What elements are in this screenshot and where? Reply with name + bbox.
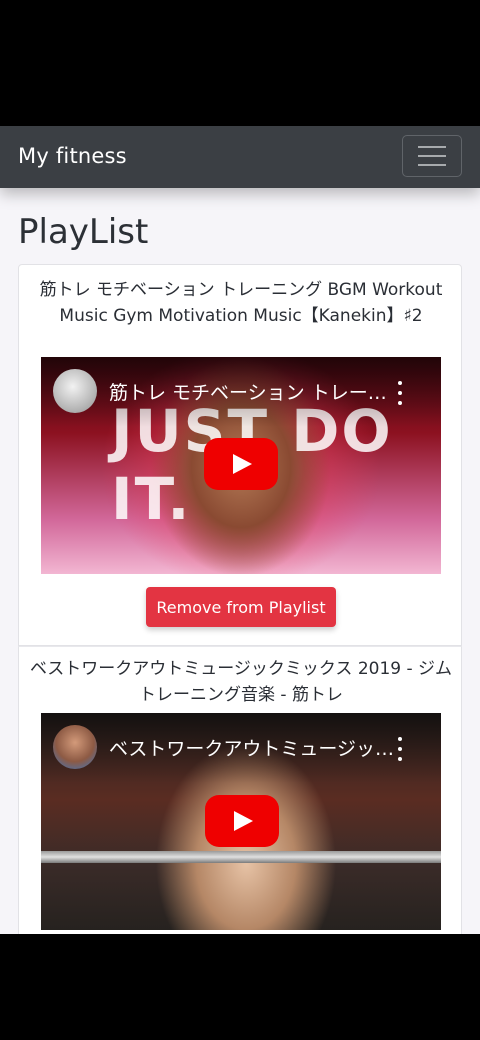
play-button-icon[interactable] bbox=[205, 795, 279, 847]
playlist-item: 筋トレ モチベーション トレーニング BGM Workout Music Gym… bbox=[18, 264, 462, 646]
playlist-item: ベストワークアウトミュージックミックス 2019 - ジムトレーニング音楽 - … bbox=[18, 646, 462, 934]
hamburger-line bbox=[418, 164, 446, 166]
barbell-graphic bbox=[41, 851, 441, 863]
navbar: My fitness bbox=[0, 126, 480, 188]
youtube-video-player[interactable]: ベストワークアウトミュージックミックス 2019 - ジムトレーニング音楽 - … bbox=[41, 713, 441, 930]
hamburger-menu-icon[interactable] bbox=[402, 135, 462, 177]
play-button-icon[interactable] bbox=[204, 438, 278, 490]
channel-avatar[interactable] bbox=[53, 369, 97, 413]
embed-video-title[interactable]: ベストワークアウトミュージックミックス 2019 - ジムトレーニング音楽 - … bbox=[109, 734, 399, 761]
embed-video-title[interactable]: 筋トレ モチベーション トレーニング BGM Workout Music Gym… bbox=[109, 378, 399, 405]
remove-from-playlist-button[interactable]: Remove from Playlist bbox=[146, 587, 336, 627]
hamburger-line bbox=[418, 155, 446, 157]
app-screen: My fitness PlayList 筋トレ モチベーション トレーニング B… bbox=[0, 126, 480, 934]
channel-avatar[interactable] bbox=[53, 725, 97, 769]
more-options-icon[interactable] bbox=[393, 737, 407, 761]
video-card-title: 筋トレ モチベーション トレーニング BGM Workout Music Gym… bbox=[39, 280, 443, 326]
hamburger-line bbox=[418, 146, 446, 148]
youtube-video-player[interactable]: JUST DO IT. 筋トレ モチベーション トレーニング BGM Worko… bbox=[41, 357, 441, 574]
video-card-title: ベストワークアウトミュージックミックス 2019 - ジムトレーニング音楽 - … bbox=[29, 659, 453, 705]
page-title: PlayList bbox=[18, 212, 149, 252]
navbar-brand[interactable]: My fitness bbox=[18, 144, 127, 168]
more-options-icon[interactable] bbox=[393, 381, 407, 405]
